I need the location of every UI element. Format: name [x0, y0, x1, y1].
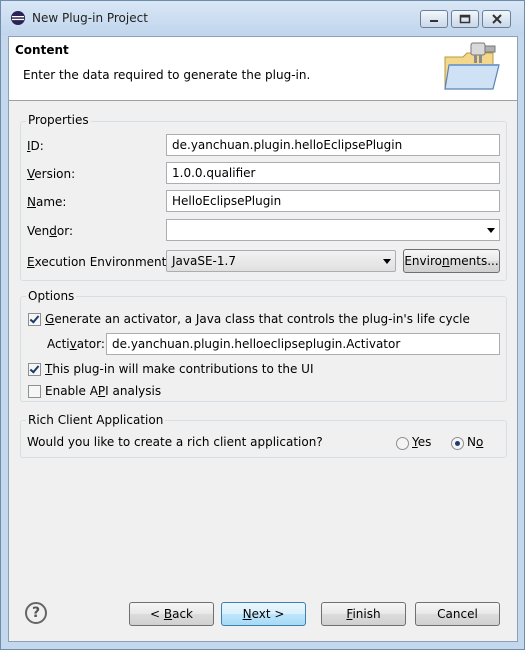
ui-contributions-label: This plug-in will make contributions to … [45, 362, 314, 376]
checkmark-icon [29, 313, 40, 324]
window-title: New Plug-in Project [32, 11, 148, 25]
api-analysis-label: Enable API analysis [45, 384, 162, 398]
help-icon[interactable]: ? [25, 602, 47, 624]
environments-button[interactable]: Environments... [403, 249, 500, 273]
finish-button[interactable]: Finish [321, 602, 406, 626]
back-button[interactable]: < Back [129, 602, 214, 626]
generate-activator-label: Generate an activator, a Java class that… [45, 312, 470, 326]
eclipse-app-icon [11, 11, 25, 25]
rca-yes-label: Yes [412, 435, 432, 449]
name-label: Name: [27, 195, 67, 209]
name-field[interactable]: HelloEclipsePlugin [166, 190, 500, 212]
chevron-down-icon [383, 259, 391, 264]
vendor-combo[interactable] [166, 219, 500, 241]
id-field[interactable]: de.yanchuan.plugin.helloEclipsePlugin [166, 134, 500, 156]
minimize-button[interactable] [420, 10, 448, 28]
close-button[interactable] [482, 10, 511, 28]
exec-env-value: JavaSE-1.7 [172, 254, 236, 268]
rca-yes-radio[interactable] [396, 437, 409, 450]
api-analysis-checkbox[interactable] [28, 385, 41, 398]
wizard-banner: Content Enter the data required to gener… [9, 37, 517, 101]
chevron-down-icon [487, 228, 495, 233]
generate-activator-checkbox[interactable] [28, 313, 41, 326]
exec-env-label: Execution Environment: [27, 255, 171, 269]
id-label: ID: [27, 139, 44, 153]
new-plugin-project-window: New Plug-in Project Content Enter the da… [0, 0, 525, 650]
radio-selected-dot [455, 441, 460, 446]
maximize-icon [459, 14, 471, 24]
title-bar[interactable]: New Plug-in Project [1, 1, 524, 35]
maximize-button[interactable] [451, 10, 479, 28]
rca-group-label: Rich Client Application [26, 413, 166, 427]
version-field[interactable]: 1.0.0.qualifier [166, 162, 500, 184]
cancel-button[interactable]: Cancel [415, 602, 500, 626]
checkmark-icon [29, 363, 40, 374]
page-title: Content [15, 43, 69, 57]
ui-contributions-checkbox[interactable] [28, 363, 41, 376]
vendor-label: Vendor: [27, 224, 73, 238]
page-description: Enter the data required to generate the … [23, 68, 311, 82]
plugin-folder-icon [444, 42, 500, 90]
properties-group-label: Properties [26, 113, 91, 127]
rca-no-radio[interactable] [451, 437, 464, 450]
next-button[interactable]: Next > [221, 602, 306, 626]
dialog-client-area: Content Enter the data required to gener… [8, 36, 518, 642]
exec-env-combo[interactable]: JavaSE-1.7 [166, 250, 396, 272]
rca-no-label: No [467, 435, 484, 449]
activator-label: Activator: [47, 337, 105, 351]
version-label: Version: [27, 167, 76, 181]
rca-question: Would you like to create a rich client a… [27, 435, 323, 449]
activator-field[interactable]: de.yanchuan.plugin.helloeclipseplugin.Ac… [106, 333, 500, 355]
close-icon [491, 14, 502, 24]
minimize-icon [430, 20, 438, 22]
options-group-label: Options [26, 289, 77, 303]
